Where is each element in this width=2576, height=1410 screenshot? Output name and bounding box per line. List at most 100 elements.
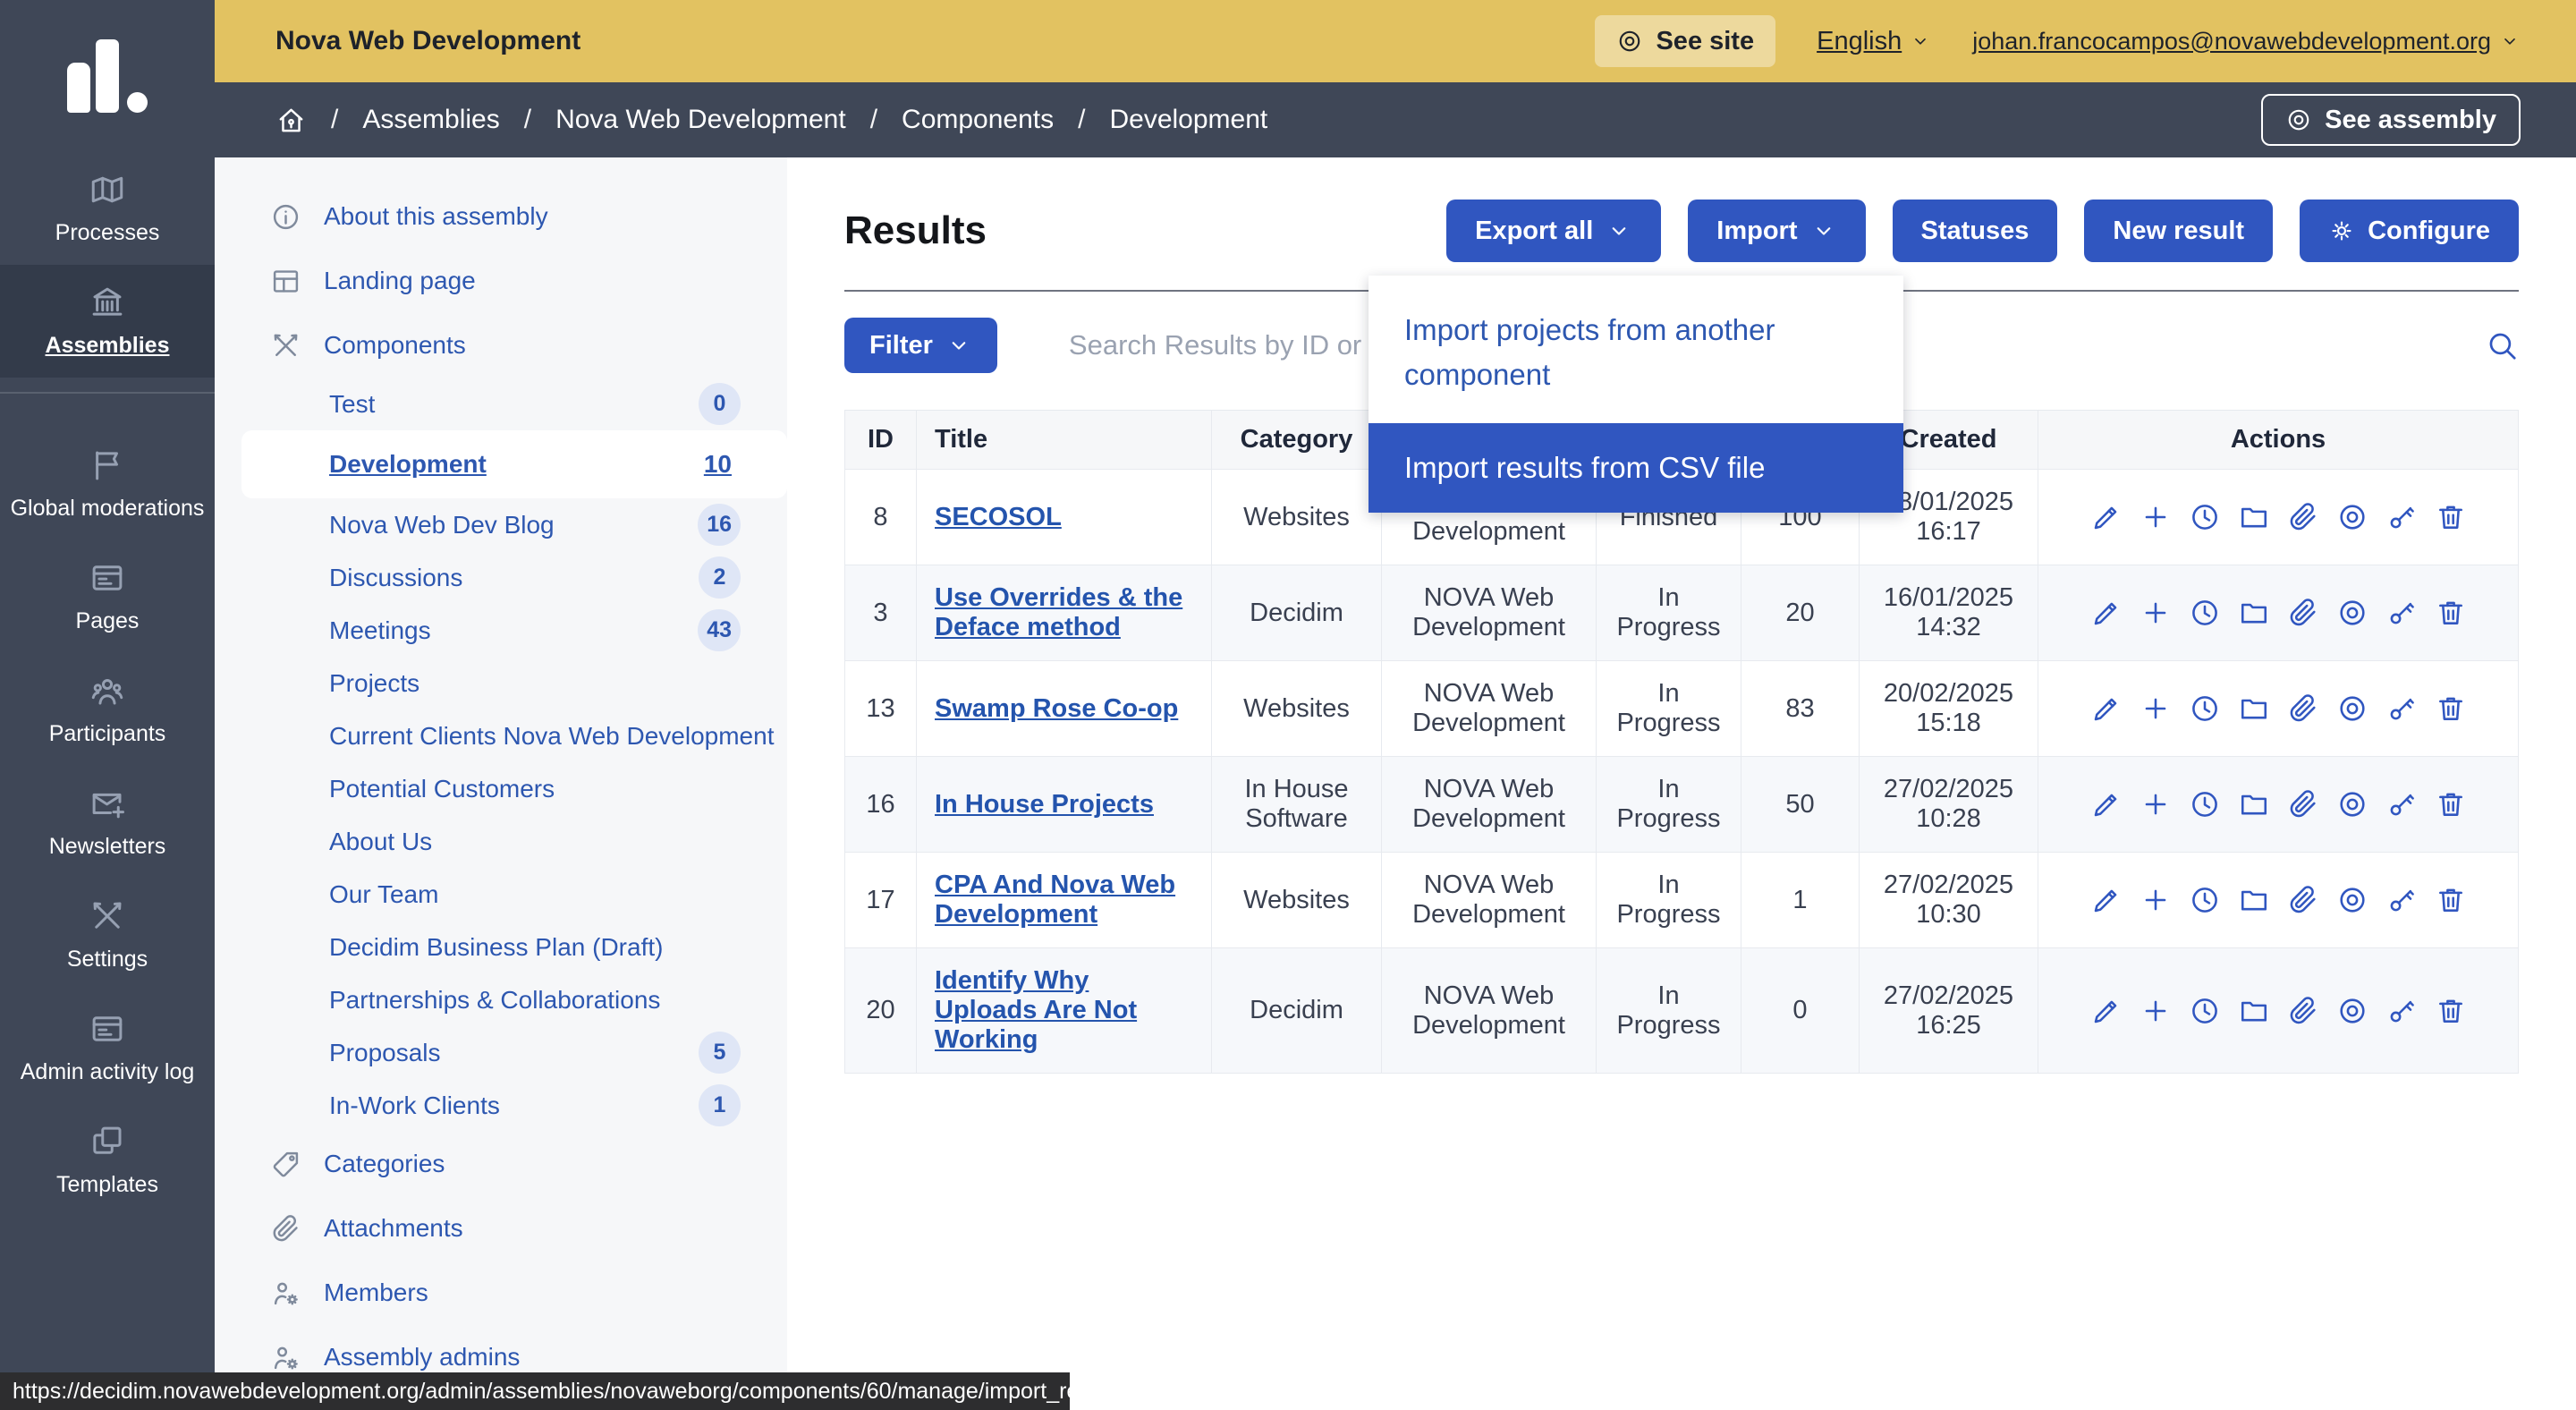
preview-action[interactable] <box>2336 995 2368 1027</box>
sidebar-item-templates[interactable]: Templates <box>0 1104 215 1217</box>
add-action[interactable] <box>2140 884 2172 916</box>
delete-action[interactable] <box>2435 884 2467 916</box>
see-assembly-button[interactable]: See assembly <box>2261 94 2521 146</box>
subsidebar-item-members[interactable]: Members <box>215 1261 787 1325</box>
result-title-link[interactable]: Swamp Rose Co-op <box>935 694 1178 723</box>
folder-action[interactable] <box>2238 995 2270 1027</box>
folder-action[interactable] <box>2238 692 2270 725</box>
subsidebar-item-test[interactable]: Test0 <box>215 378 787 430</box>
history-action[interactable] <box>2189 501 2221 533</box>
history-action[interactable] <box>2189 884 2221 916</box>
delete-action[interactable] <box>2435 692 2467 725</box>
admin-logo[interactable] <box>0 0 215 152</box>
attachment-action[interactable] <box>2287 995 2319 1027</box>
subsidebar-item-current-clients-nova-web-development[interactable]: Current Clients Nova Web Development <box>215 709 787 762</box>
add-action[interactable] <box>2140 597 2172 629</box>
language-selector[interactable]: English <box>1817 27 1931 56</box>
edit-action[interactable] <box>2090 788 2123 820</box>
statuses-button[interactable]: Statuses <box>1893 200 2058 262</box>
export-all-button[interactable]: Export all <box>1446 200 1661 262</box>
permissions-action[interactable] <box>2385 501 2418 533</box>
add-action[interactable] <box>2140 501 2172 533</box>
sidebar-item-processes[interactable]: Processes <box>0 152 215 265</box>
sidebar-item-global-moderations[interactable]: Global moderations <box>0 428 215 540</box>
result-title-link[interactable]: In House Projects <box>935 790 1154 819</box>
add-action[interactable] <box>2140 692 2172 725</box>
sidebar-item-newsletters[interactable]: Newsletters <box>0 766 215 879</box>
preview-action[interactable] <box>2336 597 2368 629</box>
result-title-link[interactable]: SECOSOL <box>935 503 1062 531</box>
history-action[interactable] <box>2189 788 2221 820</box>
edit-action[interactable] <box>2090 995 2123 1027</box>
attachment-action[interactable] <box>2287 692 2319 725</box>
subsidebar-item-decidim-business-plan-draft[interactable]: Decidim Business Plan (Draft) <box>215 921 787 973</box>
delete-action[interactable] <box>2435 995 2467 1027</box>
subsidebar-item-proposals[interactable]: Proposals5 <box>215 1026 787 1079</box>
preview-action[interactable] <box>2336 788 2368 820</box>
folder-action[interactable] <box>2238 884 2270 916</box>
breadcrumb-item-assemblies[interactable]: Assemblies <box>362 105 499 135</box>
home-icon[interactable] <box>275 105 307 136</box>
see-site-button[interactable]: See site <box>1595 15 1775 67</box>
folder-action[interactable] <box>2238 788 2270 820</box>
breadcrumb-item-components[interactable]: Components <box>902 105 1054 135</box>
edit-action[interactable] <box>2090 884 2123 916</box>
edit-action[interactable] <box>2090 501 2123 533</box>
preview-action[interactable] <box>2336 692 2368 725</box>
subsidebar-item-meetings[interactable]: Meetings43 <box>215 604 787 657</box>
result-title-link[interactable]: CPA And Nova Web Development <box>935 871 1175 929</box>
user-menu[interactable]: johan.francocampos@novawebdevelopment.or… <box>1972 28 2521 55</box>
dropdown-item-import-projects-from-another-component[interactable]: Import projects from another component <box>1368 276 1903 423</box>
subsidebar-item-discussions[interactable]: Discussions2 <box>215 551 787 604</box>
sidebar-item-pages[interactable]: Pages <box>0 540 215 653</box>
subsidebar-item-about-this-assembly[interactable]: About this assembly <box>215 184 787 249</box>
delete-action[interactable] <box>2435 501 2467 533</box>
delete-action[interactable] <box>2435 788 2467 820</box>
result-title-link[interactable]: Identify Why Uploads Are Not Working <box>935 966 1137 1054</box>
permissions-action[interactable] <box>2385 995 2418 1027</box>
subsidebar-item-our-team[interactable]: Our Team <box>215 868 787 921</box>
breadcrumb-item-nova-web-development[interactable]: Nova Web Development <box>555 105 846 135</box>
subsidebar-item-partnerships-collaborations[interactable]: Partnerships & Collaborations <box>215 973 787 1026</box>
folder-action[interactable] <box>2238 597 2270 629</box>
configure-button[interactable]: Configure <box>2300 200 2519 262</box>
preview-action[interactable] <box>2336 501 2368 533</box>
history-action[interactable] <box>2189 995 2221 1027</box>
preview-action[interactable] <box>2336 884 2368 916</box>
edit-action[interactable] <box>2090 692 2123 725</box>
filter-button[interactable]: Filter <box>844 318 997 373</box>
subsidebar-item-attachments[interactable]: Attachments <box>215 1196 787 1261</box>
delete-action[interactable] <box>2435 597 2467 629</box>
subsidebar-item-nova-web-dev-blog[interactable]: Nova Web Dev Blog16 <box>215 498 787 551</box>
subsidebar-item-potential-customers[interactable]: Potential Customers <box>215 762 787 815</box>
breadcrumb-item-development[interactable]: Development <box>1109 105 1267 135</box>
permissions-action[interactable] <box>2385 597 2418 629</box>
subsidebar-item-about-us[interactable]: About Us <box>215 815 787 868</box>
subsidebar-item-projects[interactable]: Projects <box>215 657 787 709</box>
permissions-action[interactable] <box>2385 692 2418 725</box>
permissions-action[interactable] <box>2385 788 2418 820</box>
dropdown-item-import-results-from-csv-file[interactable]: Import results from CSV file <box>1368 423 1903 513</box>
sidebar-item-participants[interactable]: Participants <box>0 653 215 766</box>
history-action[interactable] <box>2189 597 2221 629</box>
subsidebar-item-in-work-clients[interactable]: In-Work Clients1 <box>215 1079 787 1132</box>
attachment-action[interactable] <box>2287 788 2319 820</box>
subsidebar-item-development[interactable]: Development10 <box>242 430 787 498</box>
edit-action[interactable] <box>2090 597 2123 629</box>
attachment-action[interactable] <box>2287 884 2319 916</box>
add-action[interactable] <box>2140 995 2172 1027</box>
attachment-action[interactable] <box>2287 597 2319 629</box>
add-action[interactable] <box>2140 788 2172 820</box>
subsidebar-item-landing-page[interactable]: Landing page <box>215 249 787 313</box>
import-button[interactable]: Import <box>1688 200 1865 262</box>
sidebar-item-settings[interactable]: Settings <box>0 879 215 991</box>
subsidebar-item-categories[interactable]: Categories <box>215 1132 787 1196</box>
sidebar-item-assemblies[interactable]: Assemblies <box>0 265 215 378</box>
folder-action[interactable] <box>2238 501 2270 533</box>
permissions-action[interactable] <box>2385 884 2418 916</box>
new-result-button[interactable]: New result <box>2084 200 2273 262</box>
subsidebar-item-components[interactable]: Components <box>215 313 787 378</box>
history-action[interactable] <box>2189 692 2221 725</box>
sidebar-item-admin-activity-log[interactable]: Admin activity log <box>0 991 215 1104</box>
result-title-link[interactable]: Use Overrides & the Deface method <box>935 583 1182 641</box>
